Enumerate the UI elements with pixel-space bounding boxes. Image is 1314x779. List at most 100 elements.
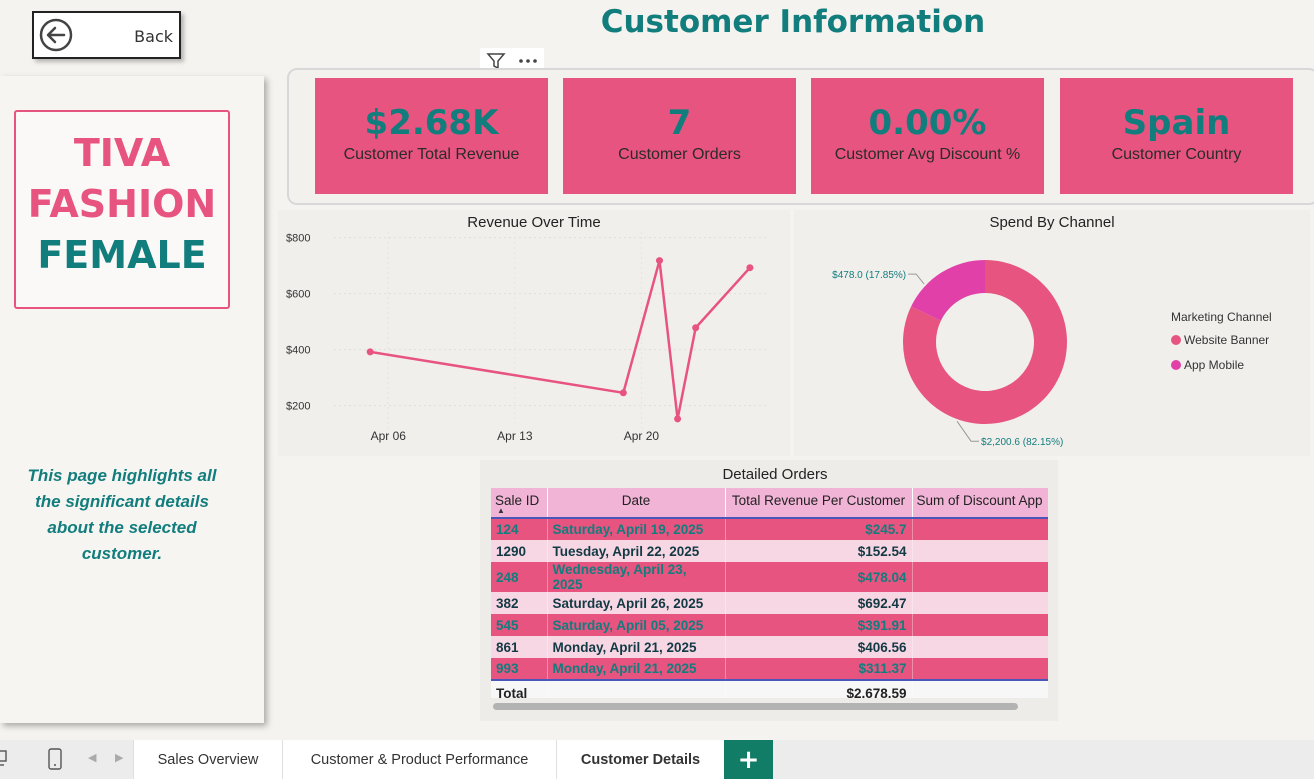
total-empty (547, 679, 726, 698)
table-row[interactable]: 1290 Tuesday, April 22, 2025 $152.54 (491, 540, 1048, 562)
cell-revenue: $245.7 (725, 518, 913, 540)
tab-customer-product-performance[interactable]: Customer & Product Performance (282, 740, 556, 779)
data-label-app-mobile: $478.0 (17.85%) (832, 270, 906, 281)
cell-revenue: $478.04 (725, 562, 913, 592)
table-scroll-area[interactable]: Sale ID ▲ Date Total Revenue Per Customer… (491, 488, 1048, 698)
cell-revenue: $692.47 (725, 592, 913, 614)
orders-table: Sale ID ▲ Date Total Revenue Per Customer… (491, 488, 1048, 698)
data-point (674, 415, 682, 423)
total-label: Total (491, 679, 548, 698)
column-header-discount[interactable]: Sum of Discount App (912, 488, 1048, 519)
brand-box: TIVA FASHION FEMALE (14, 110, 230, 309)
horizontal-scrollbar[interactable] (493, 703, 1018, 710)
page-tab-bar: ◀ ▶ Sales Overview Customer & Product Pe… (0, 740, 1314, 779)
y-tick-label: $800 (286, 233, 310, 245)
cell-discount (912, 592, 1048, 614)
cell-date: Saturday, April 05, 2025 (547, 614, 726, 636)
cell-sale-id: 1290 (491, 540, 548, 562)
kpi-card-total-revenue[interactable]: $2.68K Customer Total Revenue (315, 78, 548, 194)
table-title: Detailed Orders (722, 466, 828, 483)
total-discount (912, 679, 1048, 698)
cell-date: Saturday, April 26, 2025 (547, 592, 726, 614)
data-point (692, 324, 700, 332)
kpi-label: Customer Avg Discount % (834, 146, 1021, 163)
cell-sale-id: 993 (491, 658, 548, 680)
brand-line-3: FEMALE (37, 233, 207, 277)
kpi-card-country[interactable]: Spain Customer Country (1060, 78, 1293, 194)
legend-title: Marketing Channel (1171, 310, 1272, 324)
data-point (366, 348, 374, 356)
cell-sale-id: 861 (491, 636, 548, 658)
cell-sale-id: 124 (491, 518, 548, 540)
kpi-card-orders[interactable]: 7 Customer Orders (563, 78, 796, 194)
data-point (746, 264, 754, 272)
y-tick-label: $600 (286, 289, 310, 301)
table-row[interactable]: 861 Monday, April 21, 2025 $406.56 (491, 636, 1048, 658)
cell-revenue: $152.54 (725, 540, 913, 562)
cell-discount (912, 614, 1048, 636)
detailed-orders-panel[interactable]: Detailed Orders Sale ID ▲ Date Total Reve… (480, 460, 1058, 721)
kpi-card-avg-discount[interactable]: 0.00% Customer Avg Discount % (811, 78, 1044, 194)
cell-discount (912, 636, 1048, 658)
sidebar: TIVA FASHION FEMALE This page highlights… (0, 76, 264, 723)
kpi-label: Customer Orders (618, 146, 741, 163)
sort-ascending-icon: ▲ (497, 506, 505, 515)
x-tick-label: Apr 20 (624, 429, 660, 443)
column-header-date[interactable]: Date (547, 488, 726, 519)
tab-customer-details[interactable]: Customer Details (556, 740, 724, 779)
kpi-label: Customer Total Revenue (343, 146, 520, 163)
leader-line (956, 420, 980, 442)
back-button[interactable]: Back (32, 11, 181, 59)
cell-discount (912, 562, 1048, 592)
add-page-button[interactable]: + (724, 740, 773, 779)
table-row[interactable]: 124 Saturday, April 19, 2025 $245.7 (491, 518, 1048, 540)
kpi-value: 0.00% (868, 103, 987, 143)
table-row[interactable]: 545 Saturday, April 05, 2025 $391.91 (491, 614, 1048, 636)
back-arrow-icon (39, 18, 73, 52)
y-tick-label: $400 (286, 345, 310, 357)
kpi-value: Spain (1122, 103, 1231, 143)
tab-sales-overview[interactable]: Sales Overview (133, 740, 282, 779)
page-description: This page highlights all the significant… (27, 466, 217, 563)
column-header-sale-id[interactable]: Sale ID ▲ (491, 488, 548, 519)
column-header-revenue[interactable]: Total Revenue Per Customer (725, 488, 913, 519)
table-total-row: Total $2,678.59 (491, 679, 1048, 698)
kpi-value: 7 (667, 103, 692, 143)
legend-label: App Mobile (1184, 358, 1245, 372)
spend-donut-chart: $2,200.6 (82.15%) $478.0 (17.85%) (832, 260, 1067, 448)
cell-date: Tuesday, April 22, 2025 (547, 540, 726, 562)
cell-revenue: $406.56 (725, 636, 913, 658)
table-row[interactable]: 248 Wednesday, April 23, 2025 $478.04 (491, 562, 1048, 592)
data-point (619, 389, 627, 397)
legend-dot (1171, 335, 1181, 345)
cell-date: Wednesday, April 23, 2025 (547, 562, 726, 592)
spend-by-channel-panel[interactable]: Spend By Channel $2,200.6 (82.15%) $478.0… (794, 210, 1310, 456)
cell-sale-id: 248 (491, 562, 548, 592)
leader-line (908, 273, 925, 285)
back-label: Back (134, 27, 173, 46)
kpi-value: $2.68K (364, 103, 499, 143)
kpi-container: $2.68K Customer Total Revenue 7 Customer… (287, 68, 1314, 205)
table-row[interactable]: 993 Monday, April 21, 2025 $311.37 (491, 658, 1048, 680)
scroll-right-icon[interactable]: ▶ (115, 751, 123, 764)
cell-date: Monday, April 21, 2025 (547, 658, 726, 680)
cell-discount (912, 518, 1048, 540)
cell-discount (912, 540, 1048, 562)
y-tick-label: $200 (286, 401, 310, 413)
brand-line-1: TIVA (73, 131, 171, 175)
revenue-line-chart: $200 $400 $600 $800 Apr 06 Apr 13 Apr 20 (286, 232, 768, 443)
desktop-layout-icon[interactable] (0, 748, 10, 772)
cell-revenue: $391.91 (725, 614, 913, 636)
x-tick-label: Apr 13 (497, 429, 533, 443)
table-row[interactable]: 382 Saturday, April 26, 2025 $692.47 (491, 592, 1048, 614)
x-tick-label: Apr 06 (371, 429, 407, 443)
legend-item-website-banner[interactable]: Website Banner (1171, 333, 1269, 347)
legend-item-app-mobile[interactable]: App Mobile (1171, 358, 1244, 372)
revenue-over-time-panel[interactable]: Revenue Over Time $200 $400 $600 $800 Apr 06… (278, 210, 790, 456)
brand-line-2: FASHION (27, 182, 217, 226)
mobile-layout-icon[interactable] (47, 748, 63, 774)
cell-sale-id: 545 (491, 614, 548, 636)
cell-sale-id: 382 (491, 592, 548, 614)
scroll-left-icon[interactable]: ◀ (88, 751, 96, 764)
kpi-label: Customer Country (1111, 146, 1242, 163)
